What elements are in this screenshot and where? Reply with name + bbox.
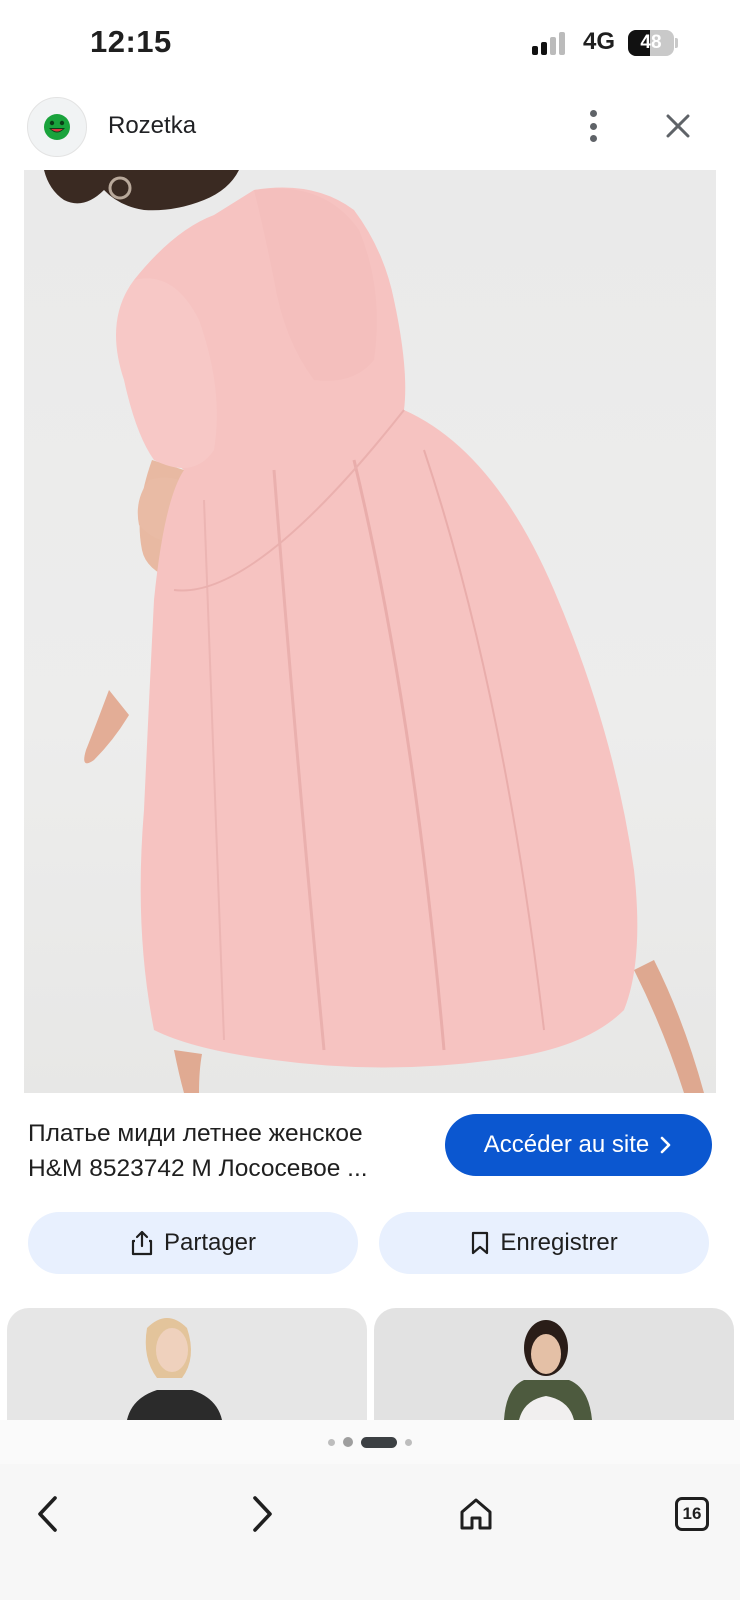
forward-button[interactable] (230, 1482, 294, 1546)
product-title-line-2: H&M 8523742 M Лососевое ... (28, 1155, 368, 1182)
page-dot (405, 1438, 412, 1446)
network-type: 4G (583, 28, 616, 55)
tabs-count: 16 (675, 1497, 709, 1531)
related-result-thumbnail[interactable] (374, 1308, 734, 1420)
home-icon (460, 1498, 492, 1530)
share-button[interactable]: Partager (28, 1212, 358, 1274)
product-image[interactable] (24, 170, 716, 1093)
tabs-button[interactable]: 16 (660, 1482, 724, 1546)
page-dot (328, 1438, 335, 1446)
visit-site-label: Accéder au site (483, 1131, 650, 1158)
rozetka-logo-icon[interactable] (27, 97, 87, 157)
more-vert-icon[interactable] (578, 106, 608, 146)
battery-level: 48 (640, 32, 662, 53)
browser-nav-bar: 16 (0, 1464, 740, 1600)
chevron-right-icon (253, 1496, 272, 1532)
status-bar: 12:15 4G 48 (0, 0, 740, 88)
save-button[interactable]: Enregistrer (379, 1212, 709, 1274)
status-time: 12:15 (90, 24, 172, 59)
home-button[interactable] (444, 1482, 508, 1546)
chevron-left-icon (38, 1496, 57, 1532)
page-dot (343, 1437, 353, 1447)
battery-icon: 48 (628, 30, 678, 56)
bookmark-icon (472, 1231, 489, 1255)
share-icon (131, 1230, 153, 1256)
site-name: Rozetka (108, 112, 197, 139)
pink-dress-photo (44, 170, 704, 1093)
save-label: Enregistrer (500, 1229, 618, 1256)
product-title-line-1: Платье миди летнее женское (28, 1120, 363, 1147)
site-header: Rozetka (0, 88, 740, 170)
page-indicator (0, 1420, 740, 1464)
signal-strength-icon (532, 32, 572, 56)
product-title[interactable]: Платье миди летнее женское H&M 8523742 M… (28, 1116, 428, 1186)
close-icon[interactable] (660, 108, 696, 144)
related-result-thumbnail[interactable] (7, 1308, 367, 1420)
back-button[interactable] (16, 1482, 80, 1546)
chevron-right-icon (660, 1136, 671, 1154)
page-dot-active (361, 1436, 397, 1448)
visit-site-button[interactable]: Accéder au site (445, 1114, 712, 1176)
share-label: Partager (163, 1229, 257, 1256)
